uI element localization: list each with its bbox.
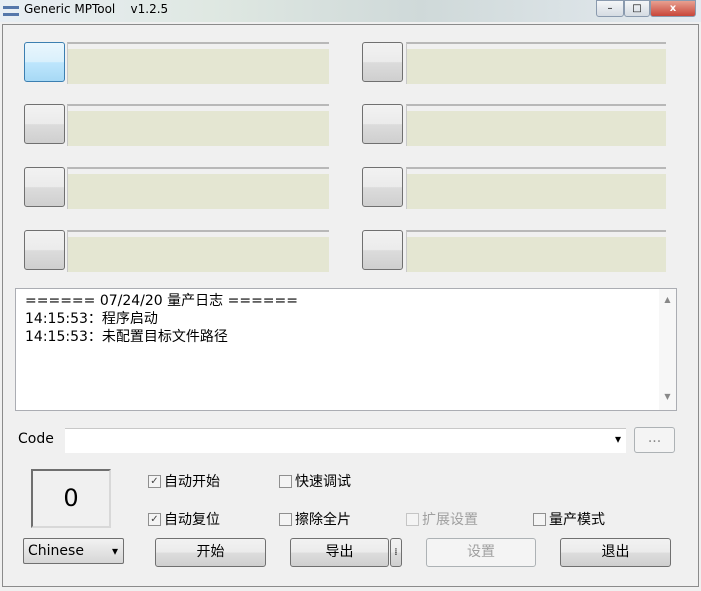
log-line: 14:15:53：未配置目标文件路径 [25,329,228,345]
checkbox-checked-icon: ✓ [148,512,161,526]
port-1-button[interactable] [24,42,65,82]
port-4-status [67,230,329,272]
port-5-status [406,42,666,84]
chevron-down-icon: ▾ [111,544,118,558]
ext-settings-checkbox[interactable]: 扩展设置 [406,509,478,529]
checkbox-icon [533,512,546,526]
port-8-button[interactable] [362,230,403,270]
code-combobox[interactable]: ▾ [65,428,626,453]
counter-display: 0 [31,469,111,528]
minimize-button[interactable]: – [596,0,624,17]
port-2-button[interactable] [24,104,65,144]
erase-all-checkbox[interactable]: 擦除全片 [279,509,351,529]
port-1-status [67,42,329,84]
export-button[interactable]: 导出 [290,538,389,567]
language-select[interactable]: Chinese ▾ [23,538,124,564]
log-textarea[interactable]: ====== 07/24/20 量产日志 ====== 14:15:53：程序启… [15,288,677,411]
checkbox-icon [279,512,292,526]
checkbox-icon [279,474,292,488]
exit-button[interactable]: 退出 [560,538,671,567]
checkbox-checked-icon: ✓ [148,474,161,488]
auto-reset-checkbox[interactable]: ✓ 自动复位 [148,509,220,529]
browse-button[interactable]: ... [634,427,675,453]
port-6-button[interactable] [362,104,403,144]
scroll-down-icon[interactable]: ▼ [659,388,676,406]
maximize-button[interactable]: □ [624,0,650,17]
port-2-status [67,104,329,146]
port-4-button[interactable] [24,230,65,270]
code-label: Code [18,431,54,447]
checkbox-icon [406,512,419,526]
window-title: Generic MPTool v1.2.5 [24,2,169,16]
log-scrollbar[interactable]: ▲ ▼ [659,289,676,410]
port-6-status [406,104,666,146]
chevron-down-icon[interactable]: ▾ [615,432,621,446]
port-7-button[interactable] [362,167,403,207]
export-options-button[interactable]: ⁞ [390,538,402,567]
port-5-button[interactable] [362,42,403,82]
scroll-up-icon[interactable]: ▲ [659,291,676,309]
quick-debug-checkbox[interactable]: 快速调试 [279,471,351,491]
port-7-status [406,167,666,209]
app-icon [3,6,19,16]
auto-start-checkbox[interactable]: ✓ 自动开始 [148,471,220,491]
start-button[interactable]: 开始 [155,538,266,567]
log-line: ====== 07/24/20 量产日志 ====== [25,293,298,309]
port-3-status [67,167,329,209]
mp-mode-checkbox[interactable]: 量产模式 [533,509,605,529]
close-button[interactable]: x [650,0,696,17]
log-line: 14:15:53：程序启动 [25,311,158,327]
version: v1.2.5 [130,2,169,16]
port-8-status [406,230,666,272]
settings-button[interactable]: 设置 [426,538,536,567]
port-3-button[interactable] [24,167,65,207]
